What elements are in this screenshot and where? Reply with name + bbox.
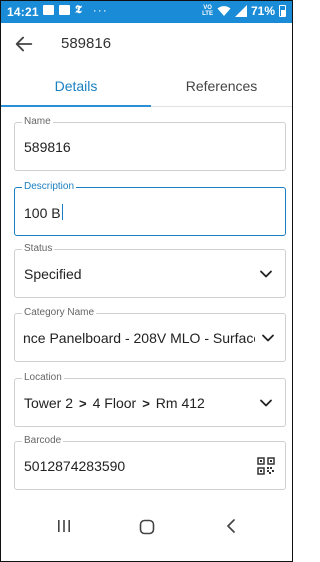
chevron-right-icon: > [79,396,87,411]
mail-icon [59,5,70,15]
location-select[interactable]: Location Tower 2 >4 Floor > Rm 412 [14,372,286,427]
barcode-field[interactable]: Barcode 5012874283590 [14,435,286,490]
nyt-icon: 𝕿 [75,3,82,16]
volte-bottom: LTE [202,11,213,17]
location-building: Tower 2 [24,395,74,411]
status-select[interactable]: Status Specified [14,243,286,298]
app-bar: 589816 [1,23,292,65]
more-icon: ··· [92,3,108,17]
page-title: 589816 [61,35,112,52]
description-field[interactable]: Description 100 B [14,181,286,236]
category-select[interactable]: Category Name nce Panelboard - 208V MLO … [14,307,286,362]
category-label: Category Name [22,307,97,319]
description-label: Description [22,181,77,193]
tab-bar: Details References [1,65,292,107]
chevron-right-icon: > [142,396,150,411]
name-field[interactable]: Name 589816 [14,116,286,171]
barcode-value: 5012874283590 [24,458,126,474]
location-path: Tower 2 >4 Floor > Rm 412 [24,395,205,411]
name-label: Name [22,116,53,128]
text-caret [61,204,64,220]
battery-percent: 71% [250,4,275,18]
category-value: nce Panelboard - 208V MLO - Surface [23,330,255,346]
wifi-icon [217,6,231,16]
description-value: 100 B [24,205,61,221]
name-value: 589816 [24,139,71,155]
location-label: Location [22,372,64,384]
back-nav-icon[interactable] [225,519,237,533]
location-room: Rm 412 [155,395,205,411]
signal-icon [234,5,247,17]
active-tab-indicator [1,105,151,107]
recent-apps-icon[interactable] [57,519,71,533]
chevron-down-icon[interactable] [259,396,273,410]
status-label: Status [22,243,55,255]
home-icon[interactable] [139,519,155,535]
status-time: 14:21 [7,5,39,19]
chevron-down-icon[interactable] [259,267,273,281]
qr-code-icon[interactable] [257,457,275,475]
tab-details[interactable]: Details [1,65,151,107]
status-bar: 14:21 𝕿 ··· VO LTE 71% [1,1,292,23]
status-value: Specified [24,266,82,282]
notification-icons: 𝕿 ··· [43,3,108,17]
chevron-down-icon[interactable] [261,331,275,345]
battery-icon [279,5,286,17]
volte-icon: VO LTE [202,5,213,17]
location-floor: 4 Floor [92,395,137,411]
system-nav-bar [1,505,292,551]
back-arrow-icon[interactable] [13,33,35,55]
image-icon [43,5,54,15]
system-icons: VO LTE 71% [202,4,286,18]
description-input[interactable]: 100 B [24,204,64,221]
tab-references[interactable]: References [151,65,292,107]
barcode-label: Barcode [22,435,64,447]
